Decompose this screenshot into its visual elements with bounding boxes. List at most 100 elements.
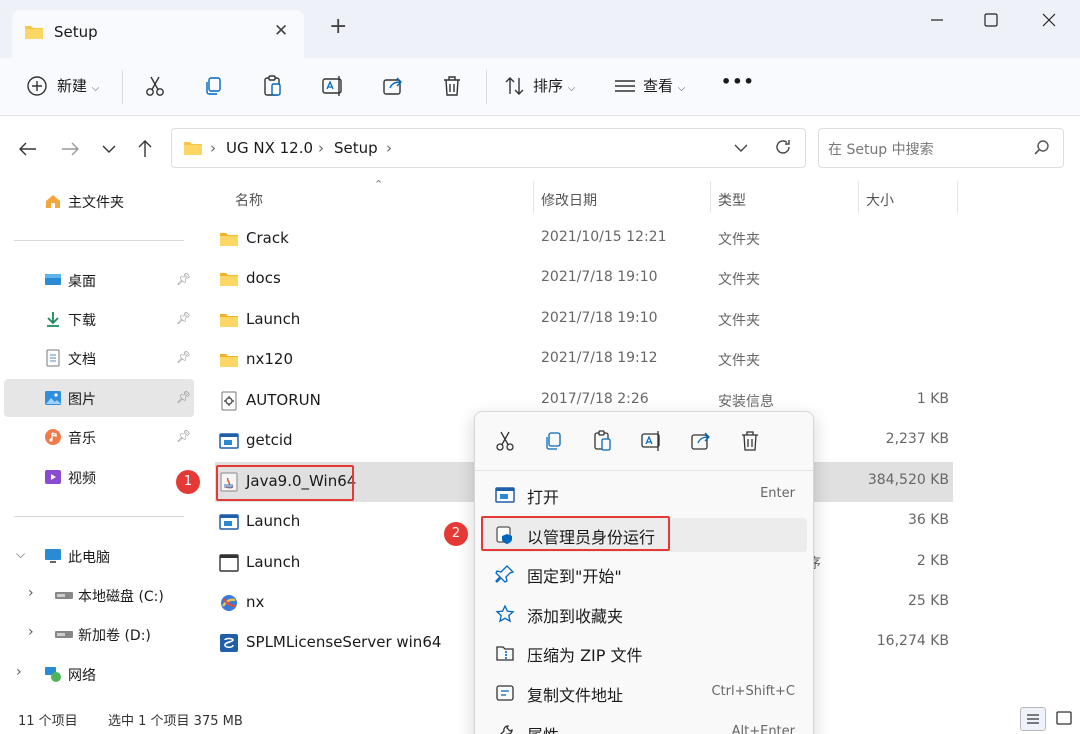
menu-item-label: 复制文件地址 xyxy=(527,686,624,705)
share-icon[interactable] xyxy=(380,73,408,101)
chevron-right-icon[interactable]: › xyxy=(28,624,34,640)
toolbar-divider xyxy=(122,70,123,104)
license-server-icon xyxy=(219,633,239,653)
view-button[interactable]: 查看 ⌵ xyxy=(643,75,685,96)
more-options-button[interactable]: ••• xyxy=(721,72,755,91)
refresh-icon[interactable] xyxy=(772,136,794,162)
new-tab-button[interactable]: + xyxy=(329,16,347,38)
close-window-button[interactable] xyxy=(1034,8,1064,32)
sort-button[interactable]: 排序 ⌵ xyxy=(533,75,575,96)
search-input[interactable]: 在 Setup 中搜索 xyxy=(818,128,1064,168)
sidebar-item-music[interactable]: 音乐 📌︎ xyxy=(4,418,194,456)
sidebar-item-downloads[interactable]: 下载 📌︎ xyxy=(4,300,194,338)
back-arrow-icon[interactable] xyxy=(14,135,42,163)
view-icon[interactable] xyxy=(612,73,640,101)
menu-item-label: 打开 xyxy=(527,488,560,507)
new-button[interactable]: 新建 ⌵ xyxy=(57,75,99,96)
sidebar-item-label: 文档 xyxy=(68,352,96,368)
delete-icon[interactable] xyxy=(439,73,467,101)
rename-icon[interactable] xyxy=(320,73,348,101)
column-divider[interactable] xyxy=(533,181,534,213)
copy-icon[interactable] xyxy=(542,429,566,453)
recent-chevron-down-icon[interactable] xyxy=(95,135,123,163)
menu-item-copy-path[interactable]: 复制文件地址 Ctrl+Shift+C xyxy=(481,676,807,710)
maximize-button[interactable] xyxy=(976,8,1006,32)
chevron-right-icon[interactable]: › xyxy=(318,139,324,157)
app-icon xyxy=(219,512,239,532)
menu-item-pin-to-start[interactable]: 固定到"开始" xyxy=(481,557,807,591)
file-name: nx120 xyxy=(246,350,294,368)
table-row[interactable]: Launch 2021/7/18 19:10 文件夹 xyxy=(215,300,953,340)
menu-item-properties[interactable]: 属性 Alt+Enter xyxy=(481,716,807,734)
copy-icon[interactable] xyxy=(201,73,229,101)
share-icon[interactable] xyxy=(689,429,713,453)
sidebar-item-home[interactable]: 主文件夹 xyxy=(4,182,194,220)
table-row[interactable]: docs 2021/7/18 19:10 文件夹 xyxy=(215,259,953,299)
forward-arrow-icon[interactable] xyxy=(56,135,84,163)
minimize-button[interactable] xyxy=(922,8,952,32)
sort-up-chevron-icon: ⌃ xyxy=(374,178,384,191)
table-row[interactable]: Crack 2021/10/15 12:21 文件夹 xyxy=(215,219,953,259)
pin-icon[interactable]: 📌︎ xyxy=(176,350,191,364)
sort-icon[interactable] xyxy=(502,73,530,101)
table-row[interactable]: nx120 2021/7/18 19:12 文件夹 xyxy=(215,340,953,380)
breadcrumb-ug-nx[interactable]: UG NX 12.0 xyxy=(226,139,313,157)
chevron-right-icon[interactable]: › xyxy=(210,139,216,157)
toolbar-divider xyxy=(486,70,487,104)
address-bar[interactable]: › UG NX 12.0 › Setup › xyxy=(171,128,806,168)
pin-icon[interactable]: 📌︎ xyxy=(176,429,191,443)
new-icon[interactable] xyxy=(24,73,52,101)
sidebar-item-videos[interactable]: 视频 xyxy=(4,458,194,496)
star-icon xyxy=(495,604,515,624)
sidebar-item-label: 音乐 xyxy=(68,431,96,447)
column-divider[interactable] xyxy=(858,181,859,213)
breadcrumb-setup[interactable]: Setup xyxy=(334,139,378,157)
download-icon xyxy=(44,310,62,328)
details-view-icon[interactable] xyxy=(1020,707,1046,731)
cut-icon[interactable] xyxy=(142,73,170,101)
chevron-right-icon[interactable]: › xyxy=(16,664,22,680)
chevron-down-icon[interactable]: ⌵ xyxy=(16,547,25,562)
address-history-chevron-icon[interactable] xyxy=(730,137,752,163)
tab-close-icon[interactable]: ✕ xyxy=(274,21,288,41)
file-name: Crack xyxy=(246,229,289,247)
rename-icon[interactable] xyxy=(640,429,664,453)
menu-item-open[interactable]: 打开 Enter xyxy=(481,478,807,512)
column-header-name[interactable]: 名称 xyxy=(235,190,263,210)
app-icon xyxy=(219,431,239,451)
sidebar-item-pictures[interactable]: 图片 📌︎ xyxy=(4,379,194,417)
sidebar-item-this-pc[interactable]: ⌵ 此电脑 xyxy=(4,537,194,575)
menu-item-add-to-favorites[interactable]: 添加到收藏夹 xyxy=(481,597,807,631)
pin-icon[interactable]: 📌︎ xyxy=(176,311,191,325)
pin-icon[interactable]: 📌︎ xyxy=(176,390,191,404)
cut-icon[interactable] xyxy=(493,429,517,453)
delete-icon[interactable] xyxy=(738,429,762,453)
menu-item-compress-zip[interactable]: 压缩为 ZIP 文件 xyxy=(481,636,807,670)
sidebar-item-label: 此电脑 xyxy=(68,550,110,566)
sidebar-item-documents[interactable]: 文档 📌︎ xyxy=(4,339,194,377)
column-divider[interactable] xyxy=(957,181,958,213)
paste-icon[interactable] xyxy=(260,73,288,101)
paste-icon[interactable] xyxy=(591,429,615,453)
up-arrow-icon[interactable] xyxy=(131,135,159,163)
folder-icon xyxy=(219,310,239,330)
annotation-badge-2: 2 xyxy=(444,522,468,546)
column-header-type[interactable]: 类型 xyxy=(718,190,746,210)
sidebar-item-network[interactable]: › 网络 xyxy=(4,655,194,693)
tiles-view-icon[interactable] xyxy=(1052,707,1078,731)
file-size: 2 KB xyxy=(916,553,949,569)
tab-setup[interactable]: Setup ✕ xyxy=(12,10,304,58)
menu-divider xyxy=(475,470,813,471)
sidebar-item-drive-c[interactable]: › 本地磁盘 (C:) xyxy=(4,576,194,614)
pin-icon[interactable]: 📌︎ xyxy=(176,272,191,286)
tab-title: Setup xyxy=(54,23,98,41)
chevron-right-icon[interactable]: › xyxy=(386,139,392,157)
sidebar-item-drive-d[interactable]: › 新加卷 (D:) xyxy=(4,615,194,653)
file-date: 2021/10/15 12:21 xyxy=(541,229,667,245)
column-header-size[interactable]: 大小 xyxy=(866,190,894,210)
chevron-right-icon[interactable]: › xyxy=(28,585,34,601)
column-divider[interactable] xyxy=(710,181,711,213)
sidebar-item-desktop[interactable]: 桌面 📌︎ xyxy=(4,261,194,299)
search-icon[interactable] xyxy=(1033,139,1051,161)
column-header-date[interactable]: 修改日期 xyxy=(541,190,597,210)
